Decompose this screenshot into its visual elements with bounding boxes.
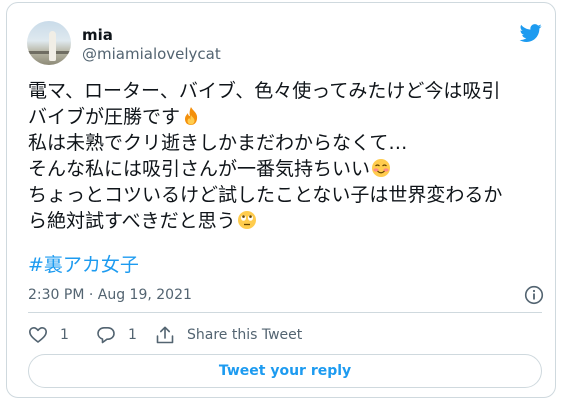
reply-action-button[interactable]: 1 (96, 325, 137, 345)
author-handle[interactable]: @miamialovelycat (82, 45, 221, 63)
share-button[interactable]: Share this Tweet (155, 325, 302, 345)
rolling-eyes-emoji-icon (237, 211, 256, 229)
reply-button-label: Tweet your reply (218, 363, 352, 379)
tweet-card: mia @miamialovelycat 電マ、ローター、バイブ、色々使ってみた… (6, 2, 556, 398)
tweet-line: 私は未熟でクリ逝きしかまだわからなくて… (28, 132, 408, 154)
divider (28, 312, 542, 313)
reply-count: 1 (128, 327, 137, 343)
tweet-line: ちょっとコツいるけど試したことない子は世界変わるか (28, 184, 503, 206)
share-label: Share this Tweet (187, 327, 303, 343)
hashtag-link[interactable]: #裏アカ女子 (28, 252, 139, 278)
avatar-person (49, 31, 56, 61)
tweet-line: バイブが圧勝です (28, 104, 548, 130)
tweet-line: そんな私には吸引さんが一番気持ちいい (28, 156, 548, 182)
smiling-blush-emoji-icon (372, 159, 391, 177)
share-icon (156, 326, 174, 344)
reply-bubble-icon (97, 327, 115, 344)
like-count: 1 (60, 327, 69, 343)
tweet-your-reply-button[interactable]: Tweet your reply (28, 354, 542, 388)
info-icon[interactable] (524, 285, 544, 305)
like-button[interactable]: 1 (28, 325, 69, 345)
tweet-timestamp[interactable]: 2:30 PM · Aug 19, 2021 (28, 286, 192, 304)
avatar[interactable] (27, 21, 71, 65)
tweet-line: 電マ、ローター、バイブ、色々使ってみたけど今は吸引 (28, 80, 501, 102)
author-name[interactable]: mia (82, 26, 113, 44)
heart-icon (29, 327, 47, 343)
twitter-bird-icon[interactable] (519, 22, 543, 44)
tweet-body: 電マ、ローター、バイブ、色々使ってみたけど今は吸引 バイブが圧勝です 私は未熟で… (28, 78, 548, 234)
tweet-line: ら絶対試すべきだと思う (28, 208, 548, 234)
fire-emoji-icon (185, 107, 198, 125)
